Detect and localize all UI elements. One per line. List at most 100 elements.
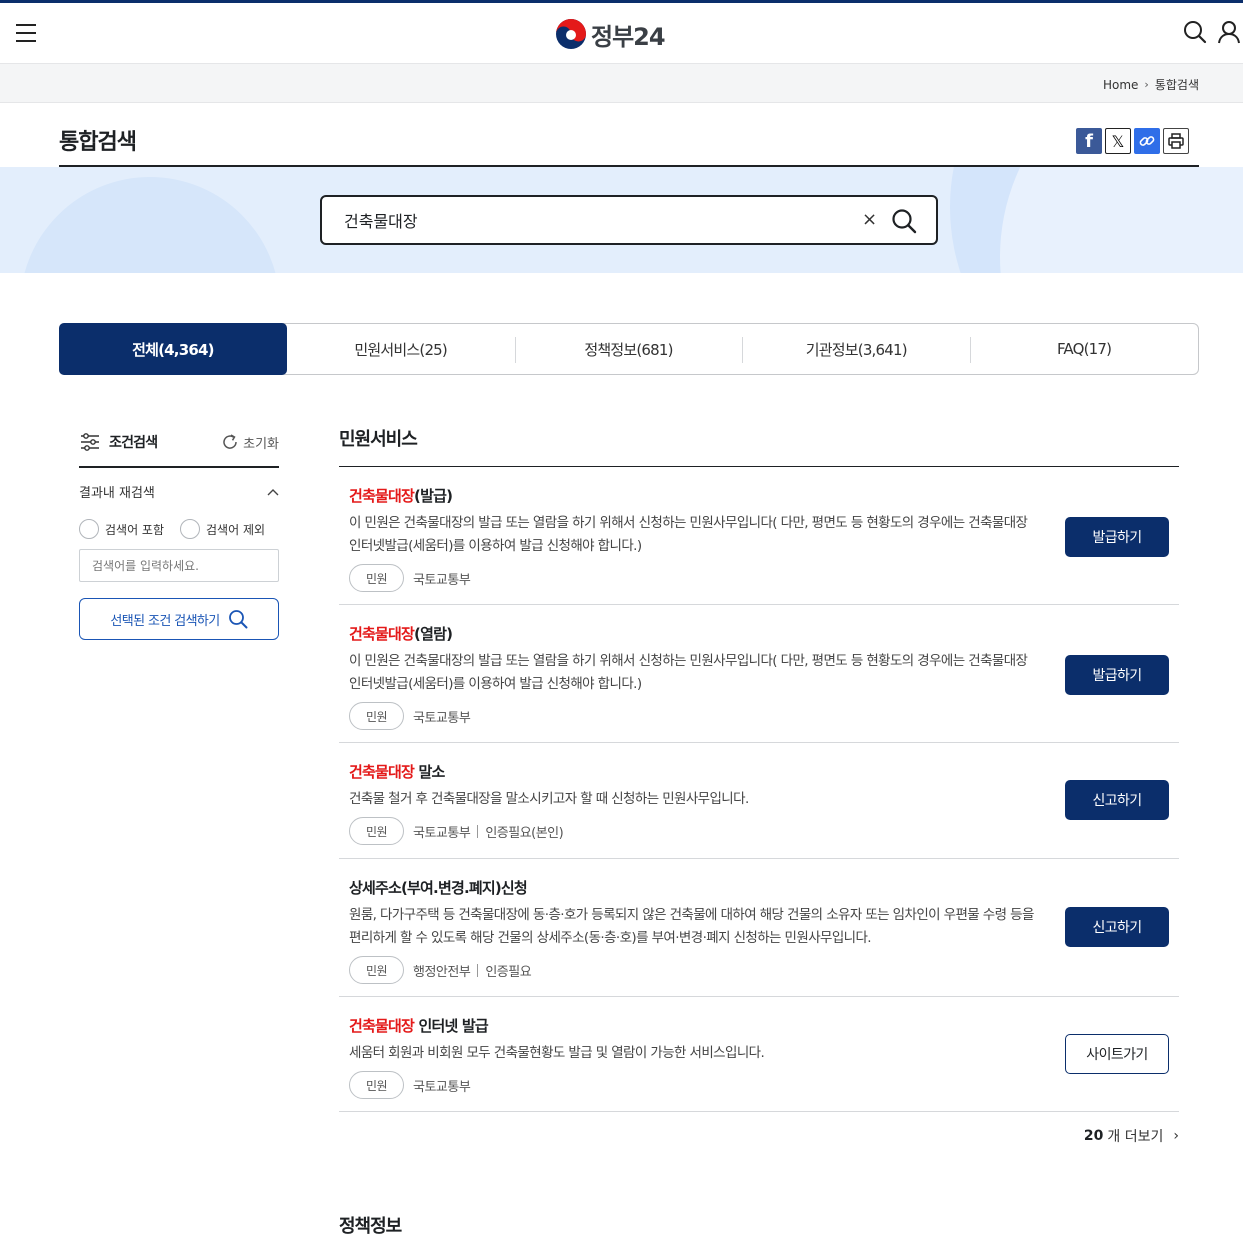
- result-description: 세움터 회원과 비회원 모두 건축물현황도 발급 및 열람이 가능한 서비스입니…: [349, 1045, 765, 1061]
- results-main: 민원서비스 건축물대장(발급) 이 민원은 건축물대장의 발급 또는 열람을 하…: [339, 425, 1179, 1242]
- research-toggle[interactable]: 결과내 재검색: [79, 482, 279, 501]
- result-title[interactable]: 건축물대장 말소: [349, 761, 1179, 782]
- meta-divider: [477, 963, 479, 977]
- taegeuk-logo-icon: [556, 19, 586, 49]
- tab-faq[interactable]: FAQ(17): [970, 324, 1198, 374]
- condition-search-title: 조건검색: [109, 435, 158, 451]
- more-count: 20: [1083, 1128, 1104, 1144]
- print-button[interactable]: [1163, 128, 1189, 154]
- result-title[interactable]: 상세주소(부여.변경.폐지)신청: [349, 877, 1179, 898]
- sidebar-divider: [79, 466, 279, 468]
- agency-label: 국토교통부: [413, 825, 471, 841]
- radio-circle: [79, 519, 99, 539]
- tab-policy[interactable]: 정책정보(681): [514, 324, 743, 374]
- condition-search-label: 선택된 조건 검색하기: [110, 613, 220, 629]
- reset-button[interactable]: 초기화: [221, 433, 279, 452]
- result-title[interactable]: 건축물대장(열람): [349, 623, 1179, 644]
- result-item: 건축물대장(발급) 이 민원은 건축물대장의 발급 또는 열람을 하기 위해서 …: [339, 467, 1179, 605]
- x-share-button[interactable]: 𝕏: [1105, 128, 1131, 154]
- include-keyword-radio[interactable]: 검색어 포함: [79, 519, 164, 539]
- filter-sliders-icon: [81, 433, 99, 451]
- site-logo[interactable]: 정부24: [555, 17, 666, 51]
- print-icon: [1168, 133, 1184, 149]
- reset-label: 초기화: [243, 436, 279, 452]
- link-icon: [1139, 136, 1155, 146]
- meta-divider: [477, 824, 479, 838]
- title-highlight: 건축물대장: [349, 1017, 415, 1035]
- user-icon[interactable]: [1216, 19, 1242, 45]
- result-item: 건축물대장 인터넷 발급 세움터 회원과 비회원 모두 건축물현황도 발급 및 …: [339, 997, 1179, 1112]
- result-item: 건축물대장 말소 건축물 철거 후 건축물대장을 말소시키고자 할 때 신청하는…: [339, 743, 1179, 859]
- breadcrumb: Home › 통합검색: [1103, 76, 1199, 93]
- radio-circle: [180, 519, 201, 539]
- facebook-share-button[interactable]: f: [1076, 128, 1102, 154]
- hamburger-icon[interactable]: [16, 24, 36, 42]
- category-tag: 민원: [349, 564, 404, 592]
- search-icon: [228, 610, 248, 629]
- more-results-link[interactable]: 20 개 더보기 ›: [1084, 1126, 1179, 1146]
- chevron-right-icon: ›: [1144, 78, 1149, 91]
- exclude-keyword-radio[interactable]: 검색어 제외: [180, 519, 265, 539]
- section-title-policy: 정책정보: [339, 1216, 402, 1237]
- report-button[interactable]: 신고하기: [1065, 907, 1169, 947]
- search-submit-icon[interactable]: [890, 207, 918, 235]
- exclude-keyword-label: 검색어 제외: [206, 522, 266, 537]
- category-tag: 민원: [349, 702, 404, 730]
- title-highlight: 건축물대장: [349, 625, 415, 643]
- research-input[interactable]: [79, 549, 279, 582]
- clear-search-button[interactable]: ×: [862, 209, 877, 230]
- breadcrumb-bar: Home › 통합검색: [0, 63, 1243, 103]
- title-rest: 인터넷 발급: [414, 1017, 488, 1035]
- title-highlight: 건축물대장: [349, 763, 415, 781]
- auth-label: 인증필요(본인): [485, 825, 564, 841]
- breadcrumb-current: 통합검색: [1154, 78, 1199, 92]
- report-button[interactable]: 신고하기: [1065, 780, 1169, 820]
- tab-agency[interactable]: 기관정보(3,641): [742, 324, 970, 374]
- share-buttons: f 𝕏: [1076, 128, 1189, 154]
- tab-civil-service[interactable]: 민원서비스(25): [287, 324, 515, 374]
- search-input[interactable]: [344, 210, 824, 229]
- chevron-up-icon: [267, 488, 279, 495]
- agency-label: 국토교통부: [413, 572, 471, 588]
- more-label: 개 더보기: [1107, 1129, 1164, 1145]
- result-description: 원룸, 다가구주택 등 건축물대장에 동·층·호가 등록되지 않은 건축물에 대…: [349, 907, 1034, 946]
- title-highlight: 건축물대장: [349, 487, 415, 505]
- result-item: 건축물대장(열람) 이 민원은 건축물대장의 발급 또는 열람을 하기 위해서 …: [339, 605, 1179, 743]
- research-title: 결과내 재검색: [79, 486, 155, 501]
- include-keyword-label: 검색어 포함: [105, 522, 165, 537]
- refresh-icon: [223, 434, 237, 449]
- result-tabs: 전체(4,364) 민원서비스(25) 정책정보(681) 기관정보(3,641…: [59, 323, 1199, 375]
- link-copy-button[interactable]: [1134, 128, 1160, 154]
- search-icon[interactable]: [1182, 19, 1208, 45]
- title-rest: 말소: [414, 763, 445, 781]
- search-box: ×: [320, 195, 938, 245]
- title-rest: (발급): [414, 487, 453, 505]
- result-description: 이 민원은 건축물대장의 발급 또는 열람을 하기 위해서 신청하는 민원사무입…: [349, 653, 1028, 692]
- issue-button[interactable]: 발급하기: [1065, 655, 1169, 695]
- result-title[interactable]: 건축물대장(발급): [349, 485, 1179, 506]
- site-header: 정부24: [0, 3, 1243, 63]
- agency-label: 국토교통부: [413, 1079, 471, 1095]
- result-description: 이 민원은 건축물대장의 발급 또는 열람을 하기 위해서 신청하는 민원사무입…: [349, 515, 1028, 554]
- page-title: 통합검색: [59, 130, 137, 155]
- result-item: 상세주소(부여.변경.폐지)신청 원룸, 다가구주택 등 건축물대장에 동·층·…: [339, 859, 1179, 997]
- site-link-button[interactable]: 사이트가기: [1065, 1034, 1169, 1074]
- auth-label: 인증필요: [485, 964, 532, 980]
- result-description: 건축물 철거 후 건축물대장을 말소시키고자 할 때 신청하는 민원사무입니다.: [349, 791, 749, 807]
- condition-search-button[interactable]: 선택된 조건 검색하기: [79, 598, 279, 640]
- chevron-right-icon: ›: [1173, 1128, 1179, 1144]
- agency-label: 국토교통부: [413, 710, 471, 726]
- result-title[interactable]: 건축물대장 인터넷 발급: [349, 1015, 1179, 1036]
- title-rest: 상세주소(부여.변경.폐지)신청: [349, 879, 528, 897]
- logo-text: 정부24: [591, 22, 666, 51]
- condition-sidebar: 조건검색 초기화 결과내 재검색 검색어 포함 검색어 제외 선택된 조건 검색…: [79, 430, 279, 640]
- issue-button[interactable]: 발급하기: [1065, 517, 1169, 557]
- tab-all[interactable]: 전체(4,364): [59, 323, 287, 375]
- agency-label: 행정안전부: [413, 964, 471, 980]
- title-rest: (열람): [414, 625, 453, 643]
- section-title-civil: 민원서비스: [339, 429, 418, 450]
- category-tag: 민원: [349, 1071, 404, 1099]
- category-tag: 민원: [349, 956, 404, 984]
- category-tag: 민원: [349, 817, 404, 845]
- breadcrumb-home[interactable]: Home: [1103, 78, 1138, 92]
